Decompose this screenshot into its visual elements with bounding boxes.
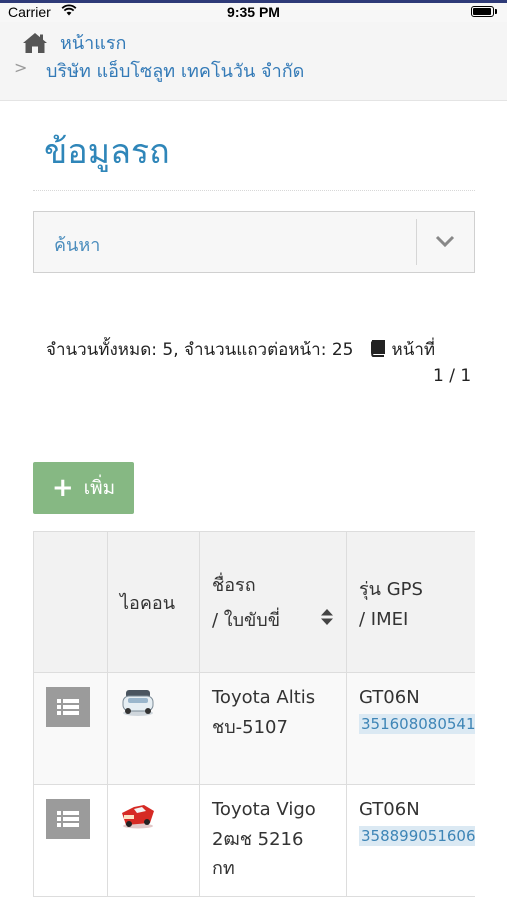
status-bar: Carrier 9:35 PM [0,0,507,22]
header-name-line2: / ใบขับขี่ [212,610,281,631]
book-icon [370,340,385,357]
clock: 9:35 PM [227,4,280,20]
red-pickup-icon [122,805,154,829]
vehicle-name: Toyota Altis [212,687,316,708]
top-accent-line [0,0,507,3]
page-title: ข้อมูลรถ [44,132,170,172]
battery-icon [471,6,497,17]
plus-icon: + [51,473,74,503]
table-row: Toyota Altis ชบ-5107 GT06N 351608080541 [33,672,475,785]
row-icon-cell [107,672,200,785]
header-name-line1: ชื่อรถ [212,575,256,596]
list-icon [57,811,79,827]
gps-model: GT06N [359,687,420,708]
breadcrumb-home-link[interactable]: หน้าแรก [22,28,126,57]
row-icon-cell [107,784,200,897]
page-label: หน้าที่ [391,340,436,360]
list-icon [57,699,79,715]
add-button-label: เพิ่ม [83,477,116,499]
imei-link[interactable]: 358899051606 [359,826,475,846]
search-divider [416,219,417,265]
header-gps-line1: รุ่น GPS [359,579,423,600]
row-details-button[interactable] [46,799,90,839]
breadcrumb-home-label: หน้าแรก [60,33,127,54]
header-vehicle-name[interactable]: ชื่อรถ / ใบขับขี่ [199,531,347,673]
breadcrumb: หน้าแรก > บริษัท แอ็บโซลูท เทคโนวัน จำกั… [0,22,507,101]
header-gps-line2: / IMEI [359,609,409,630]
breadcrumb-separator-icon: > [14,58,28,77]
gps-model: GT06N [359,799,420,820]
search-label: ค้นหา [54,235,101,256]
row-gps-cell: GT06N 351608080541 [346,672,475,785]
row-name-cell: Toyota Vigo 2ฒช 5216 กท [199,784,347,897]
row-name-cell: Toyota Altis ชบ-5107 [199,672,347,785]
search-panel-toggle[interactable]: ค้นหา [33,211,475,273]
breadcrumb-company-link[interactable]: บริษัท แอ็บโซลูท เทคโนวัน จำกัด [46,56,304,85]
vehicle-plate: 2ฒช 5216 กท [212,829,304,879]
white-car-icon [122,690,154,716]
add-button[interactable]: + เพิ่ม [33,462,134,514]
page-number: 1 / 1 [433,366,472,386]
header-action [33,531,108,673]
vehicle-name: Toyota Vigo [212,799,316,820]
record-summary: จำนวนทั้งหมด: 5, จำนวนแถวต่อหน้า: 25 หน้… [46,336,435,363]
sort-icon [321,609,333,625]
record-summary-text: จำนวนทั้งหมด: 5, จำนวนแถวต่อหน้า: 25 [46,340,354,360]
row-action-cell [33,784,108,897]
row-gps-cell: GT06N 358899051606 [346,784,475,897]
vehicle-plate: ชบ-5107 [212,717,288,738]
row-details-button[interactable] [46,687,90,727]
title-divider [33,190,475,191]
vehicle-table-container[interactable]: ไอคอน ชื่อรถ / ใบขับขี่ รุ่น GPS / IMEI [33,531,475,911]
header-gps: รุ่น GPS / IMEI [346,531,475,673]
home-icon [23,32,47,53]
vehicle-table: ไอคอน ชื่อรถ / ใบขับขี่ รุ่น GPS / IMEI [33,531,475,897]
header-icon: ไอคอน [107,531,200,673]
table-header-row: ไอคอน ชื่อรถ / ใบขับขี่ รุ่น GPS / IMEI [33,531,475,673]
table-row: Toyota Vigo 2ฒช 5216 กท GT06N 3588990516… [33,784,475,897]
row-action-cell [33,672,108,785]
header-icon-label: ไอคอน [120,592,176,614]
imei-link[interactable]: 351608080541 [359,714,475,734]
chevron-down-icon [435,235,455,248]
